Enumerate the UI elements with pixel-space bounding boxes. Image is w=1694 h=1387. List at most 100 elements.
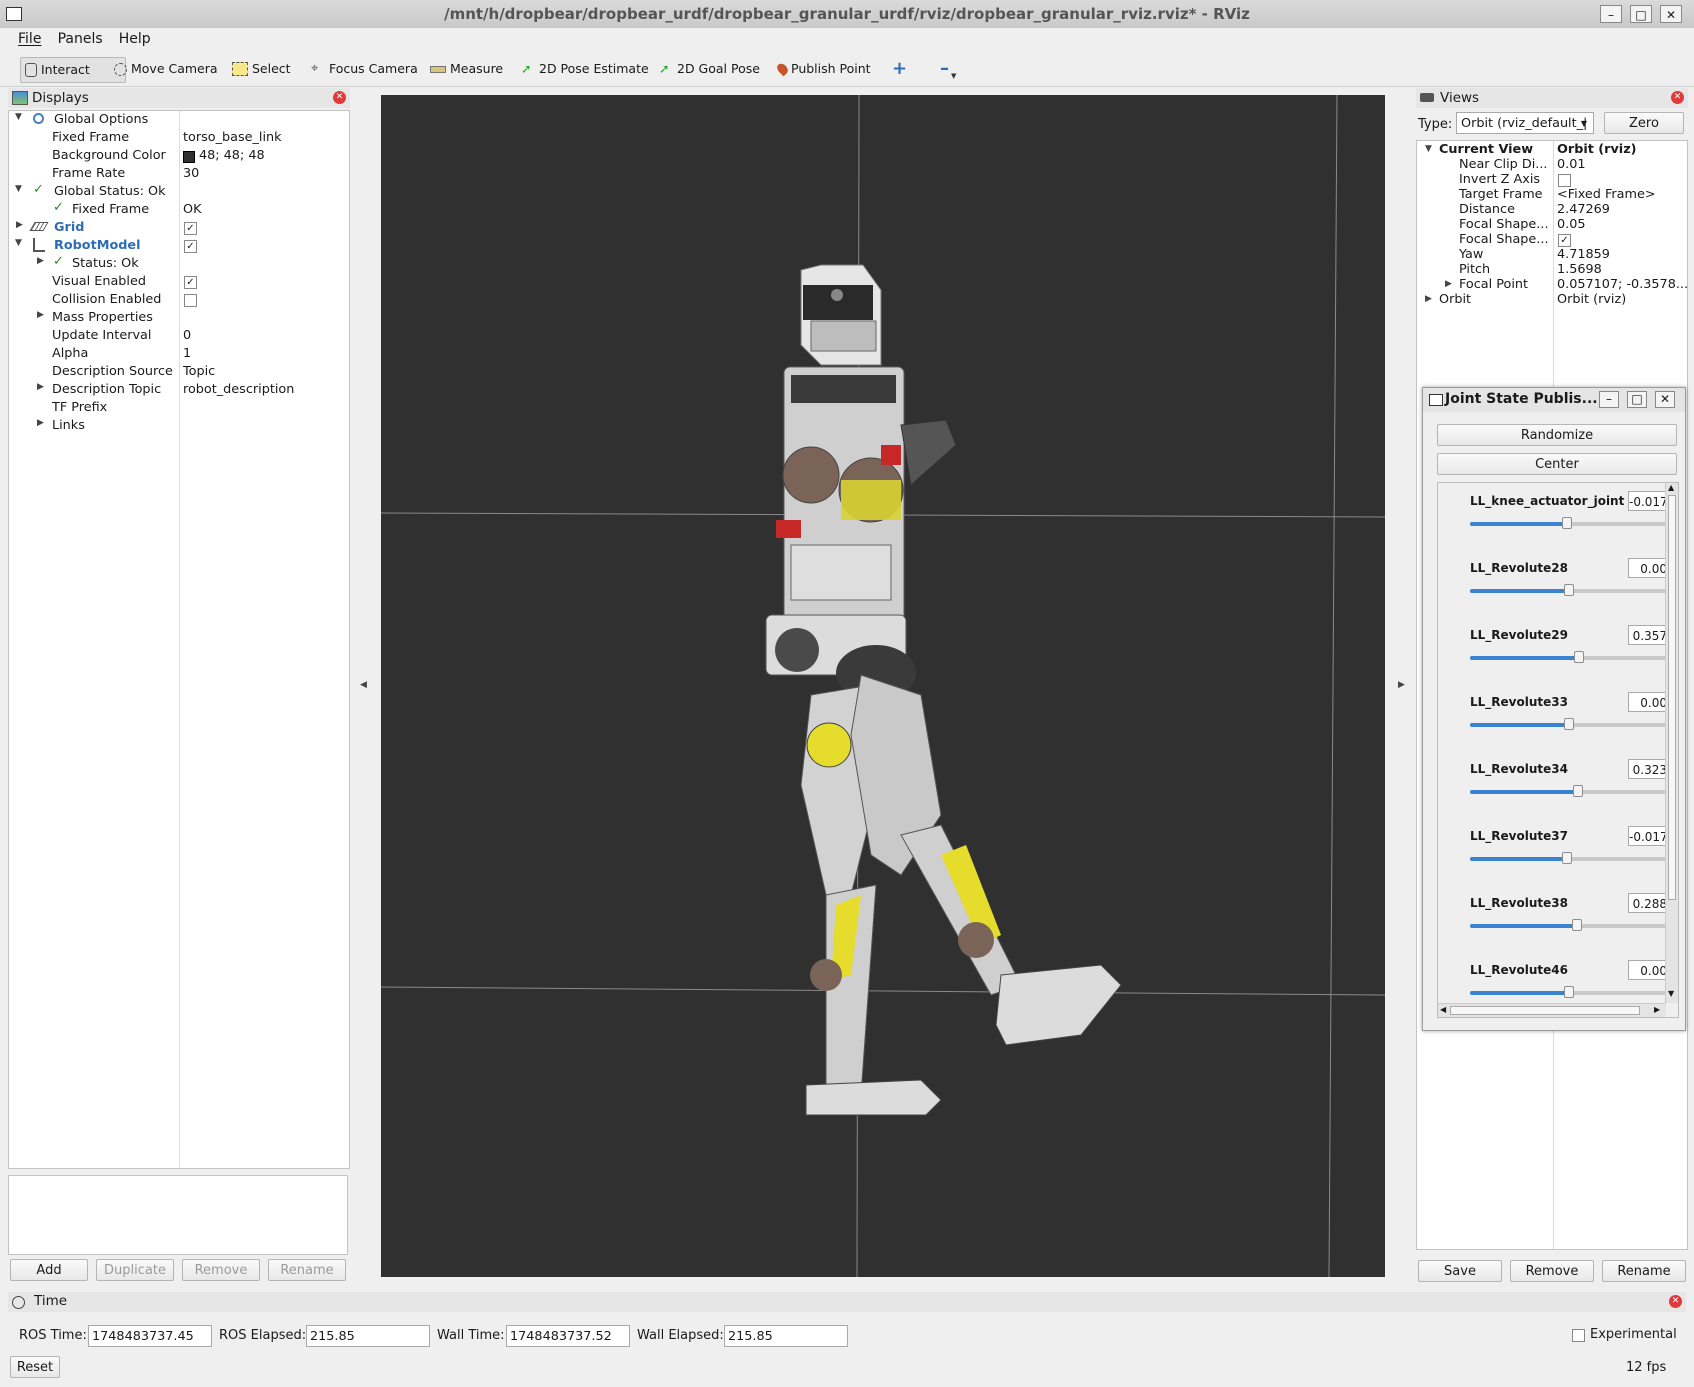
row-collision-enabled[interactable]: Collision Enabled (52, 291, 161, 309)
visual-enabled-checkbox[interactable]: ✓ (184, 276, 197, 289)
row-robotmodel[interactable]: RobotModel (54, 237, 140, 255)
row-global-status[interactable]: Global Status: Ok (54, 183, 166, 201)
joint-slider[interactable] (1470, 919, 1668, 931)
row-background-color[interactable]: Background Color (52, 147, 166, 165)
grid-enabled-checkbox[interactable]: ✓ (184, 222, 197, 235)
joint-slider[interactable] (1470, 852, 1668, 864)
slider-handle[interactable] (1564, 584, 1574, 596)
tool-focus-camera[interactable]: ⌖ Focus Camera (307, 57, 422, 81)
slider-handle[interactable] (1571, 919, 1582, 931)
description-topic-value[interactable]: robot_description (183, 381, 294, 399)
focal-shape-size-value[interactable]: 0.05 (1557, 216, 1586, 234)
panel-splitter[interactable] (8, 1170, 348, 1174)
expand-arrow-icon[interactable]: ▼ (1425, 144, 1432, 154)
tool-select[interactable]: Select (228, 57, 295, 81)
row-fixed-frame-status[interactable]: Fixed Frame (72, 201, 149, 219)
slider-handle[interactable] (1564, 718, 1574, 730)
row-grid[interactable]: Grid (54, 219, 84, 237)
row-fixed-frame[interactable]: Fixed Frame (52, 129, 129, 147)
row-orbit[interactable]: Orbit (1439, 291, 1471, 309)
joint-slider[interactable] (1470, 785, 1668, 797)
expand-arrow-icon[interactable]: ▼ (15, 184, 22, 194)
row-update-interval[interactable]: Update Interval (52, 327, 151, 345)
zero-button[interactable]: Zero (1604, 112, 1684, 134)
collision-enabled-checkbox[interactable] (184, 294, 197, 307)
joint-slider[interactable] (1470, 718, 1668, 730)
description-source-value[interactable]: Topic (183, 363, 215, 381)
close-panel-icon[interactable]: ✕ (333, 91, 346, 104)
joint-slider[interactable] (1470, 517, 1668, 529)
menu-file[interactable]: File (12, 28, 47, 50)
expand-arrow-icon[interactable]: ▼ (15, 238, 22, 248)
joint-slider[interactable] (1470, 584, 1668, 596)
collapse-arrow-icon[interactable]: ▶ (37, 382, 44, 392)
collapse-arrow-icon[interactable]: ▶ (37, 310, 44, 320)
slider-handle[interactable] (1573, 651, 1584, 663)
reset-button[interactable]: Reset (10, 1356, 60, 1378)
row-global-options[interactable]: Global Options (54, 111, 148, 129)
update-interval-value[interactable]: 0 (183, 327, 191, 345)
experimental-checkbox[interactable] (1572, 1329, 1585, 1342)
slider-handle[interactable] (1562, 852, 1573, 864)
row-mass-properties[interactable]: Mass Properties (52, 309, 153, 327)
collapse-arrow-icon[interactable]: ▶ (37, 418, 44, 428)
horizontal-scrollbar[interactable]: ◀ ▶ (1438, 1003, 1666, 1017)
collapse-arrow-icon[interactable]: ▶ (1445, 279, 1452, 289)
center-button[interactable]: Center (1437, 453, 1677, 475)
scroll-down-icon[interactable]: ▼ (1668, 989, 1674, 998)
row-description-source[interactable]: Description Source (52, 363, 173, 381)
frame-rate-value[interactable]: 30 (183, 165, 199, 183)
left-collapse-arrow-icon[interactable]: ◀ (360, 680, 367, 690)
rename-display-button[interactable]: Rename (268, 1259, 346, 1281)
robotmodel-enabled-checkbox[interactable]: ✓ (184, 240, 197, 253)
background-color-value[interactable]: 48; 48; 48 (199, 147, 265, 165)
jsp-minimize-button[interactable]: – (1599, 391, 1619, 408)
right-collapse-arrow-icon[interactable]: ▶ (1398, 680, 1405, 690)
menu-panels[interactable]: Panels (52, 28, 109, 50)
joint-slider[interactable] (1470, 651, 1668, 663)
render-viewport[interactable] (381, 95, 1385, 1277)
minimize-button[interactable]: – (1600, 5, 1622, 23)
remove-tool-button[interactable]: – ▼ (936, 57, 960, 81)
slider-handle[interactable] (1562, 517, 1573, 529)
collapse-arrow-icon[interactable]: ▶ (37, 256, 44, 266)
tool-publish-point[interactable]: Publish Point (774, 57, 875, 81)
jsp-titlebar[interactable]: Joint State Publis... – □ ✕ (1423, 388, 1685, 412)
expand-arrow-icon[interactable]: ▼ (15, 112, 22, 122)
row-links[interactable]: Links (52, 417, 85, 435)
add-tool-button[interactable]: + (888, 57, 911, 81)
robot-scene[interactable] (381, 95, 1385, 1277)
near-clip-value[interactable]: 0.01 (1557, 156, 1586, 174)
slider-handle[interactable] (1572, 785, 1583, 797)
row-description-topic[interactable]: Description Topic (52, 381, 161, 399)
duplicate-display-button[interactable]: Duplicate (96, 1259, 174, 1281)
row-alpha[interactable]: Alpha (52, 345, 88, 363)
close-panel-icon[interactable]: ✕ (1669, 1295, 1682, 1308)
scrollbar-thumb[interactable] (1668, 495, 1676, 900)
close-button[interactable]: ✕ (1660, 5, 1682, 23)
tool-2d-goal-pose[interactable]: ➚ 2D Goal Pose (655, 57, 764, 81)
collapse-arrow-icon[interactable]: ▶ (16, 220, 23, 230)
jsp-close-button[interactable]: ✕ (1655, 391, 1675, 408)
rename-view-button[interactable]: Rename (1602, 1260, 1686, 1282)
randomize-button[interactable]: Randomize (1437, 424, 1677, 446)
tool-measure[interactable]: Measure (426, 57, 507, 81)
scroll-right-icon[interactable]: ▶ (1654, 1005, 1660, 1014)
menu-help[interactable]: Help (113, 28, 157, 50)
jsp-maximize-button[interactable]: □ (1627, 391, 1647, 408)
color-swatch[interactable] (183, 151, 195, 163)
row-tf-prefix[interactable]: TF Prefix (52, 399, 107, 417)
ros-elapsed-field[interactable]: 215.85 (306, 1325, 430, 1347)
joint-slider[interactable] (1470, 986, 1668, 998)
collapse-arrow-icon[interactable]: ▶ (1425, 294, 1432, 304)
row-robot-status[interactable]: Status: Ok (72, 255, 139, 273)
close-panel-icon[interactable]: ✕ (1671, 91, 1684, 104)
view-type-select[interactable]: Orbit (rviz_default_| ▼ (1456, 112, 1594, 134)
slider-handle[interactable] (1564, 986, 1574, 998)
wall-time-field[interactable]: 1748483737.52 (506, 1325, 630, 1347)
row-visual-enabled[interactable]: Visual Enabled (52, 273, 146, 291)
wall-elapsed-field[interactable]: 215.85 (724, 1325, 848, 1347)
alpha-value[interactable]: 1 (183, 345, 191, 363)
remove-view-button[interactable]: Remove (1510, 1260, 1594, 1282)
remove-display-button[interactable]: Remove (182, 1259, 260, 1281)
